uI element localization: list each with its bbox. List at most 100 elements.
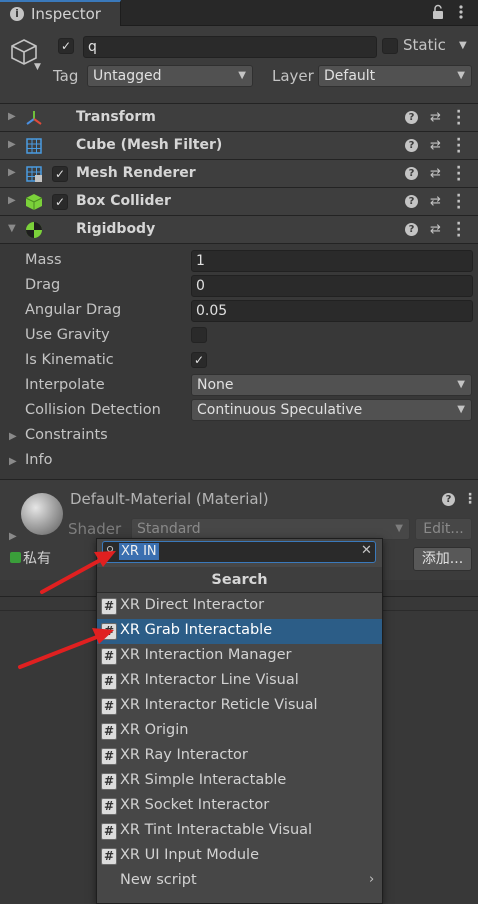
active-checkbox[interactable]: ✓ — [58, 38, 74, 54]
collision-detection-value: Continuous Speculative — [197, 402, 363, 418]
mesh-renderer-icon — [26, 166, 42, 182]
list-item-label: XR Interactor Reticle Visual — [120, 697, 318, 713]
component-transform[interactable]: ▶ Transform ? ⇄ · · · — [0, 104, 478, 132]
mass-field[interactable]: 1 — [191, 250, 473, 272]
script-icon: # — [101, 748, 117, 765]
list-item[interactable]: # XR Interaction Manager — [97, 644, 382, 669]
fold-right-icon[interactable]: ▶ — [9, 456, 17, 467]
layer-label: Layer — [272, 67, 314, 85]
rigidbody-icon — [26, 222, 42, 238]
help-icon[interactable]: ? — [405, 139, 418, 152]
mass-label: Mass — [25, 252, 62, 268]
clear-search-icon[interactable]: ✕ — [361, 543, 372, 558]
edit-shader-button[interactable]: Edit... — [415, 518, 472, 540]
tab-inspector[interactable]: i Inspector — [0, 0, 121, 27]
private-checkbox[interactable] — [10, 552, 21, 563]
list-item-label: XR Origin — [120, 722, 189, 738]
component-title: Mesh Renderer — [76, 165, 196, 181]
interpolate-label: Interpolate — [25, 377, 105, 393]
preset-icon[interactable]: ⇄ — [430, 194, 441, 209]
lock-icon[interactable] — [432, 4, 444, 20]
list-item-selected[interactable]: # XR Grab Interactable — [97, 619, 382, 644]
component-box-collider[interactable]: ▶ ✓ Box Collider ? ⇄ · · · — [0, 188, 478, 216]
shader-label: Shader — [68, 520, 122, 538]
more-menu-icon[interactable] — [454, 4, 468, 20]
script-icon: # — [101, 848, 117, 865]
collision-detection-dropdown[interactable]: Continuous Speculative ▼ — [191, 399, 472, 421]
angular-drag-field[interactable]: 0.05 — [191, 300, 473, 322]
help-icon[interactable]: ? — [405, 223, 418, 236]
help-icon[interactable]: ? — [405, 111, 418, 124]
new-script-label: New script — [120, 872, 197, 888]
constraints-foldout[interactable]: Constraints — [25, 427, 108, 443]
more-menu-icon[interactable]: · · · — [456, 105, 461, 131]
preset-icon[interactable]: ⇄ — [430, 138, 441, 153]
box-collider-icon — [25, 194, 43, 210]
layer-dropdown[interactable]: Default ▼ — [318, 65, 472, 87]
more-menu-icon[interactable]: · · · — [456, 189, 461, 215]
component-rigidbody[interactable]: ▼ Rigidbody ? ⇄ · · · — [0, 216, 478, 244]
drag-label: Drag — [25, 277, 61, 293]
fold-down-icon[interactable]: ▼ — [8, 223, 16, 234]
script-icon: # — [101, 623, 117, 640]
script-icon: # — [101, 648, 117, 665]
interpolate-value: None — [197, 377, 234, 393]
list-item[interactable]: # XR UI Input Module — [97, 844, 382, 869]
shader-dropdown[interactable]: Standard ▼ — [131, 518, 410, 540]
drag-field[interactable]: 0 — [191, 275, 473, 297]
list-item[interactable]: # XR Interactor Line Visual — [97, 669, 382, 694]
component-mesh-filter[interactable]: ▶ Cube (Mesh Filter) ? ⇄ · · · — [0, 132, 478, 160]
fold-right-icon[interactable]: ▶ — [8, 139, 16, 150]
static-dropdown-icon[interactable]: ▼ — [459, 40, 467, 51]
layer-value: Default — [324, 68, 376, 84]
script-icon: # — [101, 598, 117, 615]
component-title: Transform — [76, 109, 156, 125]
fold-right-icon[interactable]: ▶ — [8, 195, 16, 206]
script-icon: # — [101, 823, 117, 840]
tag-dropdown[interactable]: Untagged ▼ — [87, 65, 253, 87]
help-icon[interactable]: ? — [405, 167, 418, 180]
more-menu-icon[interactable]: · · · — [456, 161, 461, 187]
chevron-down-icon: ▼ — [395, 523, 403, 534]
more-menu-icon[interactable]: ⋮ — [463, 491, 477, 507]
fold-right-icon[interactable]: ▶ — [8, 167, 16, 178]
name-field[interactable]: q — [83, 36, 377, 58]
list-item-label: XR Direct Interactor — [120, 597, 265, 613]
fold-right-icon[interactable]: ▶ — [8, 111, 16, 122]
fold-right-icon[interactable]: ▶ — [9, 531, 17, 542]
preset-icon[interactable]: ⇄ — [430, 222, 441, 237]
is-kinematic-checkbox[interactable]: ✓ — [191, 352, 207, 368]
list-item[interactable]: # XR Socket Interactor — [97, 794, 382, 819]
fold-right-icon[interactable]: ▶ — [9, 431, 17, 442]
tag-label: Tag — [53, 67, 79, 85]
list-item[interactable]: # XR Origin — [97, 719, 382, 744]
preset-icon[interactable]: ⇄ — [430, 110, 441, 125]
chevron-down-icon: ▼ — [457, 70, 465, 81]
inspector-header: ▼ ✓ q Static ▼ Tag Untagged ▼ Layer Defa… — [0, 26, 478, 104]
component-mesh-renderer[interactable]: ▶ ✓ Mesh Renderer ? ⇄ · · · — [0, 160, 478, 188]
component-title: Cube (Mesh Filter) — [76, 137, 223, 153]
list-item[interactable]: # XR Simple Interactable — [97, 769, 382, 794]
list-item[interactable]: # XR Interactor Reticle Visual — [97, 694, 382, 719]
list-item[interactable]: # XR Tint Interactable Visual — [97, 819, 382, 844]
more-menu-icon[interactable]: · · · — [456, 217, 461, 243]
use-gravity-checkbox[interactable] — [191, 327, 207, 343]
list-item[interactable]: # XR Direct Interactor — [97, 594, 382, 619]
enabled-checkbox[interactable]: ✓ — [52, 194, 68, 210]
more-menu-icon[interactable]: · · · — [456, 133, 461, 159]
help-icon[interactable]: ? — [442, 493, 455, 506]
search-input-value[interactable]: XR IN — [119, 543, 159, 560]
component-title: Box Collider — [76, 193, 171, 209]
info-foldout[interactable]: Info — [25, 452, 52, 468]
static-checkbox[interactable] — [382, 38, 398, 54]
enabled-checkbox[interactable]: ✓ — [52, 166, 68, 182]
chevron-down-icon[interactable]: ▼ — [34, 62, 41, 72]
preset-icon[interactable]: ⇄ — [430, 166, 441, 181]
interpolate-dropdown[interactable]: None ▼ — [191, 374, 472, 396]
list-item[interactable]: # XR Ray Interactor — [97, 744, 382, 769]
new-script-item[interactable]: New script — [97, 869, 382, 894]
add-component-button[interactable]: 添加... — [413, 547, 472, 571]
component-title: Rigidbody — [76, 221, 156, 237]
private-label: 私有 — [23, 551, 51, 567]
help-icon[interactable]: ? — [405, 195, 418, 208]
